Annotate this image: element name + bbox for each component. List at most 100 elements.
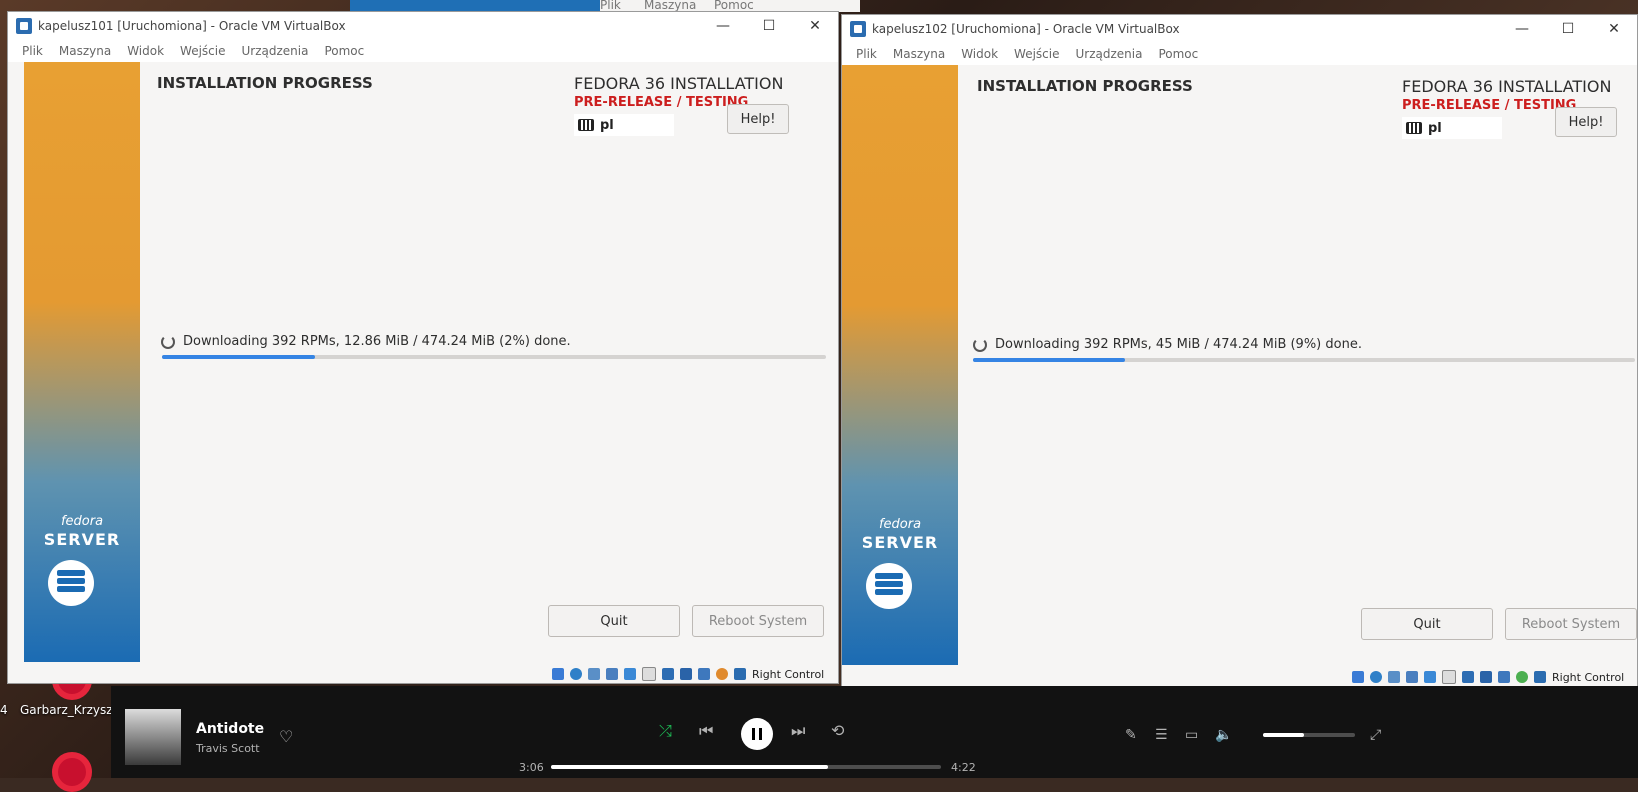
minimize-button[interactable]: — <box>1499 15 1545 43</box>
optical-icon[interactable] <box>570 668 582 680</box>
fedora-sidebar: fedora SERVER <box>842 65 958 665</box>
menu-plik[interactable]: Plik <box>856 47 877 61</box>
previous-icon[interactable]: ⏮ <box>699 721 713 741</box>
keyboard-layout-label: pl <box>1428 120 1442 136</box>
menu-pomoc[interactable]: Pomoc <box>324 44 364 58</box>
host-key-icon[interactable] <box>1534 671 1546 683</box>
host-key-label: Right Control <box>752 667 825 681</box>
keyboard-icon <box>1406 122 1422 134</box>
menu-widok[interactable]: Widok <box>127 44 164 58</box>
menu-maszyna[interactable]: Maszyna <box>893 47 945 61</box>
fedora-logo-text: fedora <box>60 514 104 529</box>
window-title: kapelusz102 [Uruchomiona] - Oracle VM Vi… <box>872 22 1180 36</box>
help-button[interactable]: Help! <box>1555 107 1617 137</box>
network-icon[interactable] <box>1406 671 1418 683</box>
mouse-integration-icon[interactable] <box>1516 671 1528 683</box>
cpu-icon[interactable] <box>698 668 710 680</box>
progress-bar <box>162 355 826 359</box>
guest-screen[interactable]: fedora SERVER INSTALLATION PROGRESS FEDO… <box>842 65 1637 665</box>
maximize-button[interactable]: ☐ <box>746 12 792 40</box>
fedora-server-icon <box>48 560 94 606</box>
menu-widok[interactable]: Widok <box>961 47 998 61</box>
seek-bar[interactable] <box>551 765 941 769</box>
pause-button[interactable] <box>741 718 773 750</box>
shared-folders-icon[interactable] <box>642 667 656 681</box>
progress-fill <box>973 358 1126 362</box>
audio-icon[interactable] <box>1388 671 1400 683</box>
mic-icon[interactable]: ✎ <box>1125 727 1137 743</box>
guest-screen[interactable]: fedora SERVER INSTALLATION PROGRESS FEDO… <box>24 62 826 662</box>
keyboard-icon <box>578 119 594 131</box>
menu-pomoc[interactable]: Pomoc <box>1158 47 1198 61</box>
pause-icon <box>752 728 762 740</box>
mouse-integration-icon[interactable] <box>716 668 728 680</box>
volume-slider[interactable] <box>1263 733 1355 737</box>
hdd-icon[interactable] <box>1352 671 1364 683</box>
menu-plik[interactable]: Plik <box>22 44 43 58</box>
server-logo-text: SERVER <box>861 533 939 552</box>
reboot-system-button[interactable]: Reboot System <box>692 605 824 637</box>
help-button[interactable]: Help! <box>727 104 789 134</box>
server-logo-text: SERVER <box>43 530 121 549</box>
usb-icon[interactable] <box>1424 671 1436 683</box>
vm-window-kapelusz101[interactable]: kapelusz101 [Uruchomiona] - Oracle VM Vi… <box>7 11 839 684</box>
fedora-sidebar: fedora SERVER <box>24 62 140 662</box>
audio-icon[interactable] <box>588 668 600 680</box>
artist-name[interactable]: Travis Scott <box>196 742 260 755</box>
opera-desktop-icon-2[interactable] <box>52 752 92 792</box>
devices-icon[interactable]: ▭ <box>1185 727 1198 743</box>
album-cover[interactable] <box>125 709 181 765</box>
quit-button[interactable]: Quit <box>1361 608 1493 640</box>
menu-maszyna[interactable]: Maszyna <box>59 44 111 58</box>
keyboard-layout-indicator[interactable]: pl <box>574 114 674 136</box>
reboot-system-button[interactable]: Reboot System <box>1505 608 1637 640</box>
vm-window-kapelusz102[interactable]: kapelusz102 [Uruchomiona] - Oracle VM Vi… <box>841 14 1638 687</box>
status-row: Downloading 392 RPMs, 45 MiB / 474.24 Mi… <box>973 337 1362 352</box>
title-bar[interactable]: kapelusz102 [Uruchomiona] - Oracle VM Vi… <box>842 15 1637 43</box>
quit-button[interactable]: Quit <box>548 605 680 637</box>
progress-fill <box>162 355 315 359</box>
product-title: FEDORA 36 INSTALLATION <box>574 74 784 93</box>
menu-wejscie[interactable]: Wejście <box>1014 47 1059 61</box>
menu-bar: Plik Maszyna Widok Wejście Urządzenia Po… <box>842 43 1637 65</box>
cpu-icon[interactable] <box>1498 671 1510 683</box>
spinner-icon <box>973 337 987 352</box>
page-title: INSTALLATION PROGRESS <box>977 77 1193 95</box>
spinner-icon <box>161 334 175 349</box>
queue-icon[interactable]: ☰ <box>1155 727 1168 743</box>
virtualbox-icon <box>850 21 866 37</box>
maximize-button[interactable]: ☐ <box>1545 15 1591 43</box>
hdd-icon[interactable] <box>552 668 564 680</box>
recording-icon[interactable] <box>680 668 692 680</box>
status-row: Downloading 392 RPMs, 12.86 MiB / 474.24… <box>161 334 571 349</box>
display-icon[interactable] <box>662 668 674 680</box>
heart-icon[interactable]: ♡ <box>279 727 293 746</box>
vbox-status-bar: Right Control <box>552 664 824 684</box>
close-button[interactable]: ✕ <box>792 12 838 40</box>
title-bar[interactable]: kapelusz101 [Uruchomiona] - Oracle VM Vi… <box>8 12 838 40</box>
keyboard-layout-indicator[interactable]: pl <box>1402 117 1502 139</box>
shared-folders-icon[interactable] <box>1442 670 1456 684</box>
menu-urzadzenia[interactable]: Urządzenia <box>241 44 308 58</box>
network-icon[interactable] <box>606 668 618 680</box>
repeat-icon[interactable]: ⟲ <box>831 721 844 740</box>
usb-icon[interactable] <box>624 668 636 680</box>
menu-wejscie[interactable]: Wejście <box>180 44 225 58</box>
next-icon[interactable]: ⏭ <box>791 721 805 741</box>
optical-icon[interactable] <box>1370 671 1382 683</box>
host-key-icon[interactable] <box>734 668 746 680</box>
volume-icon[interactable]: 🔈 <box>1215 727 1232 743</box>
status-text: Downloading 392 RPMs, 12.86 MiB / 474.24… <box>183 334 571 349</box>
recording-icon[interactable] <box>1480 671 1492 683</box>
song-title[interactable]: Antidote <box>196 721 264 737</box>
shuffle-icon[interactable]: ⤮ <box>659 721 672 741</box>
minimize-button[interactable]: — <box>700 12 746 40</box>
product-title: FEDORA 36 INSTALLATION <box>1402 77 1612 96</box>
fedora-logo-text: fedora <box>878 517 922 532</box>
menu-urzadzenia[interactable]: Urządzenia <box>1075 47 1142 61</box>
host-key-label: Right Control <box>1552 670 1625 684</box>
prerelease-label: PRE-RELEASE / TESTING <box>1402 98 1577 113</box>
display-icon[interactable] <box>1462 671 1474 683</box>
close-button[interactable]: ✕ <box>1591 15 1637 43</box>
fullscreen-icon[interactable]: ⤢ <box>1370 727 1381 743</box>
